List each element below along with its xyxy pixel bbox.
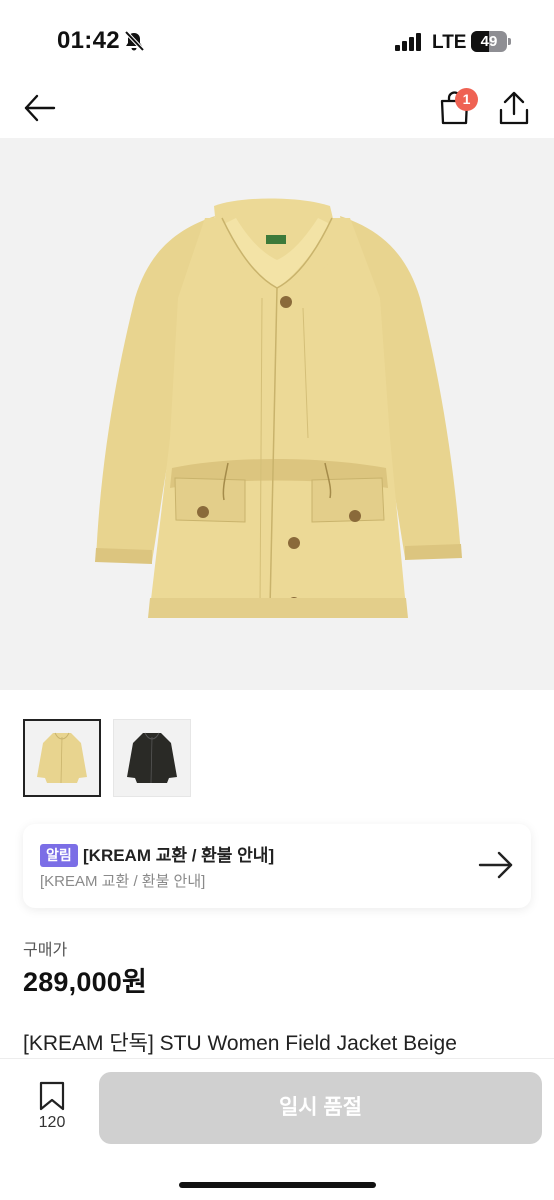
bell-off-icon [123, 30, 145, 52]
signal-icon [395, 33, 423, 51]
bookmark-count: 120 [38, 1114, 66, 1131]
share-icon [499, 91, 529, 125]
product-name: [KREAM 단독] STU Women Field Jacket Beige [23, 1032, 457, 1055]
cart-badge: 1 [455, 88, 478, 111]
bottom-action-bar: 120 일시 품절 [0, 1058, 554, 1200]
home-indicator [179, 1182, 376, 1188]
notice-subtitle: [KREAM 교환 / 환불 안내] [40, 873, 206, 890]
jacket-illustration [95, 198, 462, 618]
share-button[interactable] [497, 90, 531, 126]
battery-icon: 49 [471, 31, 511, 52]
bookmark-button[interactable]: 120 [30, 1081, 74, 1143]
arrow-left-icon [24, 94, 56, 122]
notice-tag: 알림 [40, 844, 78, 867]
arrow-right-icon [477, 848, 515, 882]
network-label: LTE [432, 32, 467, 53]
status-bar: 01:42 LTE 49 [0, 0, 554, 84]
price-label: 구매가 [23, 942, 68, 959]
thumbnail-black[interactable] [113, 719, 191, 797]
sold-out-button[interactable]: 일시 품절 [99, 1072, 542, 1144]
back-button[interactable] [22, 90, 58, 126]
status-time: 01:42 [57, 27, 120, 54]
battery-level: 49 [480, 33, 498, 50]
jacket-thumbnail-image [37, 732, 87, 784]
notice-card[interactable]: 알림 [KREAM 교환 / 환불 안내] [KREAM 교환 / 환불 안내] [23, 824, 531, 908]
bookmark-icon [38, 1081, 66, 1111]
thumbnail-beige[interactable] [23, 719, 101, 797]
price-value: 289,000원 [23, 967, 148, 997]
product-image[interactable] [0, 138, 554, 690]
jacket-thumbnail-image [127, 732, 177, 784]
notice-title: [KREAM 교환 / 환불 안내] [83, 846, 275, 865]
